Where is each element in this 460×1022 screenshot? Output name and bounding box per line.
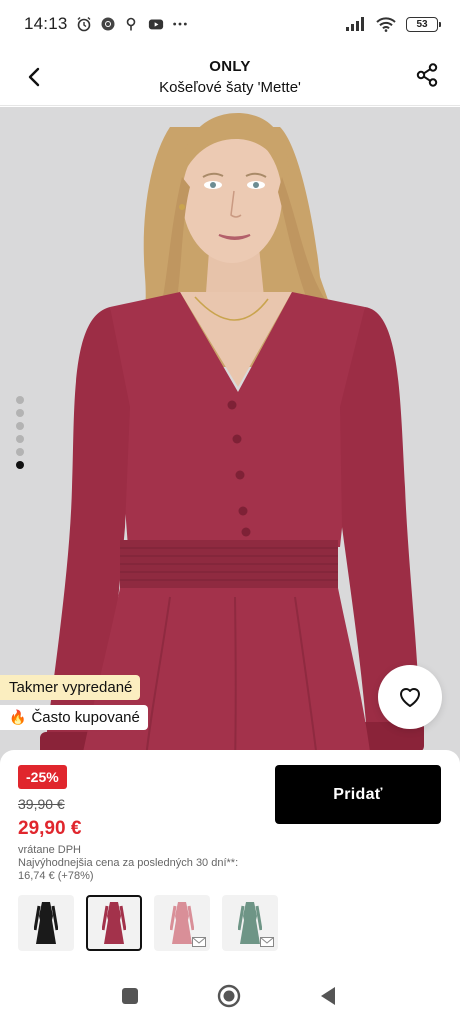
model-photo [40, 112, 424, 767]
current-price: 29,90 € [18, 818, 82, 839]
vat-note: vrátane DPH [18, 844, 81, 856]
discount-badge: -25% [18, 765, 67, 789]
swatch-burgundy[interactable] [86, 895, 142, 951]
pager-dot[interactable] [16, 435, 24, 443]
gallery-pager[interactable] [16, 396, 24, 469]
back-icon [321, 987, 335, 1005]
more-dots-icon [172, 22, 187, 26]
back-arrow-icon [28, 67, 40, 87]
signal-icon [346, 17, 364, 31]
header-titles: ONLY Košeľové šaty 'Mette' [159, 58, 301, 96]
system-nav-bar [0, 970, 460, 1022]
recent-apps-button[interactable] [118, 984, 142, 1008]
status-right: 53 [346, 16, 441, 32]
mail-icon [192, 937, 206, 947]
app-header: ONLY Košeľové šaty 'Mette' [0, 48, 460, 106]
home-button[interactable] [217, 984, 241, 1008]
lowest-price-line2: 16,74 € (+78%) [18, 870, 94, 882]
product-name: Košeľové šaty 'Mette' [159, 78, 301, 96]
swatch-sage[interactable] [222, 895, 278, 951]
home-icon [217, 984, 241, 1008]
purchase-sheet: -25% 39,90 € 29,90 € vrátane DPH Najvýho… [0, 750, 460, 970]
back-button[interactable] [20, 62, 48, 92]
alarm-icon [77, 17, 91, 32]
product-image[interactable] [0, 107, 460, 767]
swatch-pink[interactable] [154, 895, 210, 951]
lowest-price-note: Najvýhodnejšia cena za posledných 30 dní… [18, 857, 278, 883]
color-swatches [18, 895, 278, 951]
almost-sold-out-badge: Takmer vypredané [0, 675, 141, 700]
often-bought-label: Často kupované [31, 709, 140, 726]
swatch-black[interactable] [18, 895, 74, 951]
pager-dot-active[interactable] [16, 461, 24, 469]
recent-apps-icon [122, 988, 138, 1004]
battery-icon: 53 [406, 16, 441, 32]
location-icon [126, 17, 135, 31]
status-bar: 14:13 53 [0, 0, 460, 48]
old-price: 39,90 € [18, 796, 65, 812]
youtube-icon [148, 19, 163, 30]
wishlist-button[interactable] [378, 665, 442, 729]
mail-icon [260, 937, 274, 947]
dress-thumbnail [238, 902, 262, 944]
often-bought-badge: 🔥 Často kupované [0, 705, 148, 730]
fire-icon: 🔥 [9, 709, 27, 725]
wifi-icon [376, 16, 396, 32]
chrome-icon [101, 17, 115, 31]
system-back-button[interactable] [316, 984, 340, 1008]
share-icon [416, 63, 438, 87]
pager-dot[interactable] [16, 396, 24, 404]
status-left: 14:13 [24, 14, 188, 34]
heart-icon [400, 688, 420, 707]
brand-name: ONLY [209, 57, 251, 75]
dress-thumbnail [34, 902, 58, 944]
status-time: 14:13 [24, 14, 68, 33]
lowest-price-line1: Najvýhodnejšia cena za posledných 30 dní… [18, 857, 239, 869]
pager-dot[interactable] [16, 422, 24, 430]
dress-thumbnail [102, 902, 126, 944]
pager-dot[interactable] [16, 448, 24, 456]
share-button[interactable] [412, 60, 442, 90]
pager-dot[interactable] [16, 409, 24, 417]
add-to-cart-button[interactable]: Pridať [275, 765, 441, 824]
dress-thumbnail [170, 902, 194, 944]
